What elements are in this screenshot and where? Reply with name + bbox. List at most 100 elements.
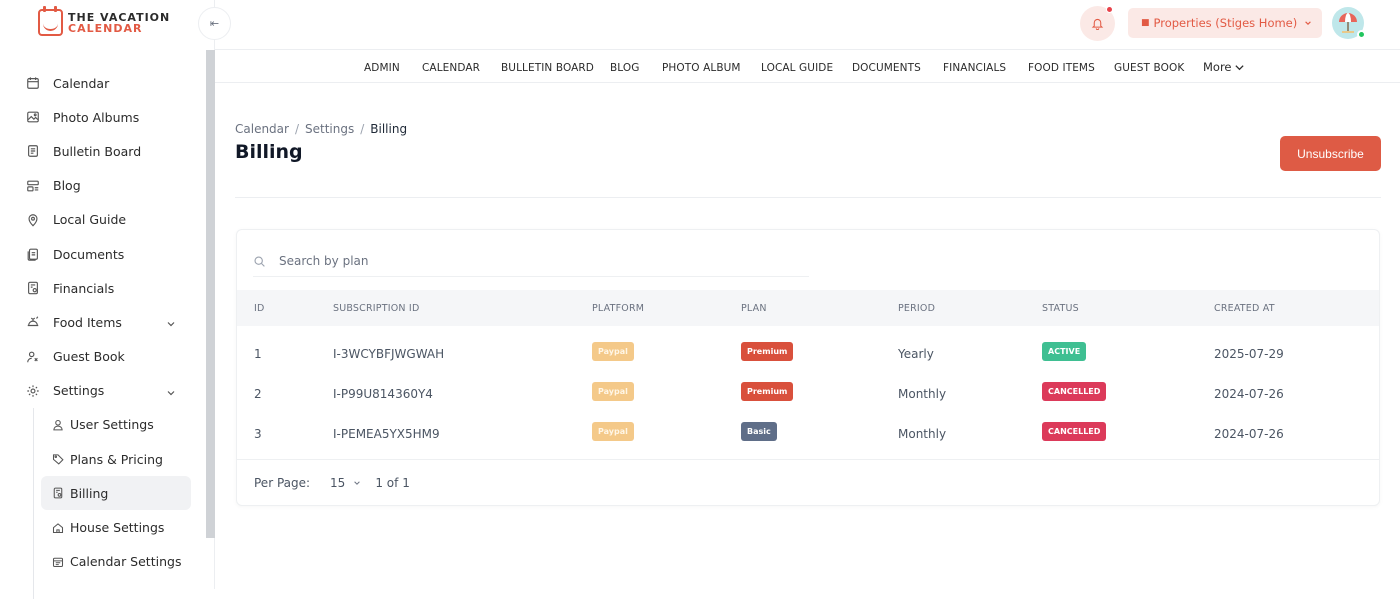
- sidebar-item-house-settings[interactable]: House Settings: [0, 510, 206, 544]
- sidebar-item-label: Blog: [53, 178, 81, 194]
- sidebar-item-user-settings[interactable]: User Settings: [0, 408, 206, 442]
- menu-item-admin[interactable]: ADMIN: [364, 62, 400, 74]
- map-pin-icon: [26, 213, 40, 227]
- menu-item-guest-book[interactable]: GUEST BOOK: [1114, 62, 1184, 74]
- column-header-period[interactable]: PERIOD: [898, 303, 935, 314]
- page-indicator: 1 of 1: [375, 476, 410, 490]
- status-badge: CANCELLED: [1042, 422, 1107, 441]
- gear-icon: [26, 384, 40, 398]
- menu-item-blog[interactable]: BLOG: [610, 62, 639, 74]
- column-header-subscription-id[interactable]: SUBSCRIPTION ID: [333, 303, 419, 314]
- sidebar-nav: Calendar Photo Albums Bulletin Board Blo…: [0, 66, 206, 599]
- sidebar-item-calendar-settings[interactable]: Calendar Settings: [0, 545, 206, 579]
- online-status-dot: [1357, 30, 1366, 39]
- cell-period: Yearly: [898, 347, 934, 361]
- blog-icon: [26, 179, 40, 193]
- sidebar-item-photo-albums[interactable]: Photo Albums: [0, 100, 206, 134]
- menu-item-bulletin-board[interactable]: BULLETIN BOARD: [501, 62, 594, 74]
- cell-created-at: 2025-07-29: [1214, 347, 1284, 361]
- menu-more-button[interactable]: More: [1203, 60, 1245, 74]
- brand-line-2: CALENDAR: [68, 21, 143, 35]
- header-divider: [235, 197, 1381, 198]
- menu-item-calendar[interactable]: CALENDAR: [422, 62, 480, 74]
- platform-badge: Paypal: [592, 342, 634, 361]
- plan-badge: Premium: [741, 382, 794, 401]
- sidebar-item-plans-pricing[interactable]: Plans & Pricing: [0, 442, 206, 476]
- unsubscribe-button[interactable]: Unsubscribe: [1280, 136, 1381, 171]
- menu-item-financials[interactable]: FINANCIALS: [943, 62, 1006, 74]
- sidebar-item-label: Calendar Settings: [70, 554, 182, 570]
- sidebar-item-settings[interactable]: Settings: [0, 374, 206, 408]
- sidebar-item-bulletin-board[interactable]: Bulletin Board: [0, 134, 206, 168]
- calendar-icon: [52, 556, 64, 568]
- bell-icon: [1091, 18, 1104, 30]
- menu-item-photo-album[interactable]: PHOTO ALBUM: [662, 62, 741, 74]
- home-icon: [52, 522, 64, 534]
- guest-book-icon: [26, 350, 40, 364]
- cell-id: 3: [254, 427, 262, 441]
- cell-id: 2: [254, 387, 262, 401]
- cell-subscription-id: I-PEMEA5YX5HM9: [333, 427, 440, 441]
- sidebar-item-label: Documents: [53, 246, 125, 262]
- column-header-id[interactable]: ID: [254, 303, 265, 314]
- chevron-down-icon[interactable]: [166, 317, 176, 332]
- breadcrumb-calendar[interactable]: Calendar: [235, 122, 289, 136]
- sidebar-item-blog[interactable]: Blog: [0, 169, 206, 203]
- sidebar-item-calendar[interactable]: Calendar: [0, 66, 206, 100]
- receipt-icon: [52, 487, 64, 499]
- status-badge: CANCELLED: [1042, 382, 1107, 401]
- column-header-status[interactable]: STATUS: [1042, 303, 1079, 314]
- menu-item-documents[interactable]: DOCUMENTS: [852, 62, 921, 74]
- chevron-down-icon: [1234, 64, 1244, 70]
- page-of: of: [386, 476, 399, 490]
- page-title: Billing: [235, 141, 303, 163]
- sidebar-item-label: User Settings: [70, 417, 154, 433]
- sidebar-item-documents[interactable]: Documents: [0, 237, 206, 271]
- column-header-created-at[interactable]: CREATED AT: [1214, 303, 1275, 314]
- top-menu: ADMIN CALENDAR BULLETIN BOARD BLOG PHOTO…: [215, 51, 1400, 83]
- brand-logo[interactable]: THE VACATION CALENDAR: [38, 6, 171, 36]
- sidebar-item-financials[interactable]: Financials: [0, 271, 206, 305]
- sidebar-item-billing[interactable]: Billing: [41, 476, 191, 511]
- per-page-value: 15: [330, 476, 346, 490]
- search-input[interactable]: [279, 254, 779, 268]
- menu-item-food-items[interactable]: FOOD ITEMS: [1028, 62, 1095, 74]
- breadcrumb-billing: Billing: [370, 122, 408, 136]
- search-icon: [254, 255, 265, 267]
- food-icon: [26, 315, 40, 329]
- menu-more-label: More: [1203, 60, 1232, 74]
- page-current: 1: [375, 476, 383, 490]
- sidebar-item-label: Guest Book: [53, 349, 125, 365]
- breadcrumb-settings[interactable]: Settings: [305, 122, 354, 136]
- receipt-icon: [26, 281, 40, 295]
- sidebar-item-label: House Settings: [70, 520, 165, 536]
- table-row[interactable]: 3 I-PEMEA5YX5HM9 Paypal Basic Monthly CA…: [237, 413, 1379, 453]
- sidebar-item-label: Financials: [53, 280, 115, 296]
- table-row[interactable]: 2 I-P99U814360Y4 Paypal Premium Monthly …: [237, 373, 1379, 413]
- sidebar: THE VACATION CALENDAR Calendar Photo Alb…: [0, 0, 215, 599]
- breadcrumb-separator: /: [294, 122, 300, 136]
- sidebar-scrollbar[interactable]: [206, 50, 215, 538]
- calendar-icon: [26, 76, 40, 90]
- platform-badge: Paypal: [592, 422, 634, 441]
- brand-line-1: THE VACATION: [68, 10, 171, 24]
- clipboard-icon: [26, 144, 40, 158]
- chevron-down-icon: [1304, 19, 1312, 27]
- breadcrumb: Calendar / Settings / Billing: [235, 122, 407, 136]
- column-header-platform[interactable]: PLATFORM: [592, 303, 644, 314]
- sidebar-item-food-items[interactable]: Food Items: [0, 305, 206, 339]
- collapse-sidebar-button[interactable]: ⇤: [198, 7, 231, 40]
- chevron-down-icon[interactable]: [166, 386, 176, 401]
- avatar[interactable]: [1332, 7, 1366, 39]
- sidebar-item-local-guide[interactable]: Local Guide: [0, 203, 206, 237]
- top-bar: ■ Properties (Stiges Home): [215, 0, 1400, 50]
- table-row[interactable]: 1 I-3WCYBFJWGWAH Paypal Premium Yearly A…: [237, 333, 1379, 373]
- notifications-button[interactable]: [1080, 6, 1115, 41]
- per-page-select[interactable]: 15: [330, 476, 361, 490]
- menu-item-local-guide[interactable]: LOCAL GUIDE: [761, 62, 833, 74]
- sidebar-item-label: Photo Albums: [53, 109, 140, 125]
- property-select[interactable]: ■ Properties (Stiges Home): [1128, 8, 1322, 38]
- column-header-plan[interactable]: PLAN: [741, 303, 767, 314]
- sidebar-item-label: Settings: [53, 383, 105, 399]
- sidebar-item-guest-book[interactable]: Guest Book: [0, 340, 206, 374]
